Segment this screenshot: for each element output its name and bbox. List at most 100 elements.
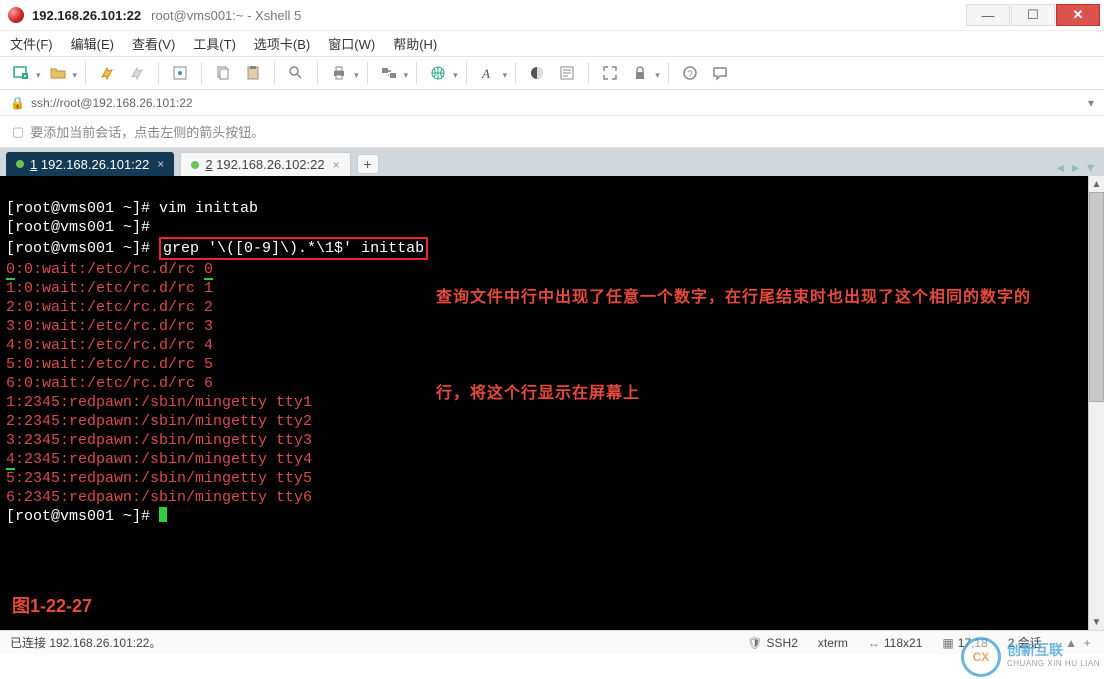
svg-text:A: A [481, 66, 490, 81]
prompt: [root@vms001 ~]# [6, 200, 159, 217]
info-bar: ▢ 要添加当前会话，点击左侧的箭头按钮。 [0, 116, 1104, 148]
search-icon[interactable] [283, 60, 309, 86]
dropdown-caret-icon[interactable]: ▾ [503, 65, 508, 81]
lock-icon[interactable] [627, 60, 653, 86]
watermark-brand-cn: 创新互联 [1007, 644, 1100, 657]
fullscreen-icon[interactable] [597, 60, 623, 86]
menu-edit[interactable]: 编辑(E) [71, 34, 114, 53]
prompt: [root@vms001 ~]# [6, 508, 159, 525]
font-icon[interactable]: A [475, 60, 501, 86]
title-subtitle: root@vms001:~ - Xshell 5 [151, 8, 301, 23]
tab-close-icon[interactable]: × [333, 158, 340, 172]
chat-icon[interactable] [707, 60, 733, 86]
scroll-thumb[interactable] [1089, 192, 1104, 402]
output-line: 4:2345:redpawn:/sbin/mingetty tty4 [6, 451, 312, 470]
bookmark-arrow-icon[interactable]: ▢ [12, 124, 24, 140]
dropdown-caret-icon[interactable]: ▾ [404, 65, 409, 81]
globe-icon[interactable] [425, 60, 451, 86]
properties-icon[interactable] [167, 60, 193, 86]
tab-strip: 1 192.168.26.101:22 × 2 192.168.26.102:2… [0, 148, 1104, 176]
status-dot-icon [16, 160, 24, 168]
status-protocol: 🛡SSH2 [747, 636, 798, 650]
annotation-text: 查询文件中行中出现了任意一个数字，在行尾结束时也出现了这个相同的数字的 行，将这… [436, 218, 1031, 474]
menu-tabs[interactable]: 选项卡(B) [254, 34, 310, 53]
dropdown-caret-icon[interactable]: ▾ [453, 65, 458, 81]
dropdown-caret-icon[interactable]: ▾ [354, 65, 359, 81]
cursor [159, 507, 167, 522]
output-line: 6:2345:redpawn:/sbin/mingetty tty6 [6, 489, 312, 506]
copy-icon[interactable] [210, 60, 236, 86]
tab-add-button[interactable]: + [357, 154, 379, 174]
reconnect-icon[interactable] [94, 60, 120, 86]
color-scheme-icon[interactable] [524, 60, 550, 86]
open-folder-icon[interactable] [45, 60, 71, 86]
output-line: 6:0:wait:/etc/rc.d/rc 6 [6, 375, 213, 392]
minimize-button[interactable]: — [966, 4, 1010, 26]
grid-icon: ▦ [942, 636, 953, 650]
output-line: 5:2345:redpawn:/sbin/mingetty tty5 [6, 470, 312, 487]
scroll-down-icon[interactable]: ▼ [1089, 614, 1104, 630]
address-url: ssh://root@192.168.26.101:22 [31, 96, 193, 110]
figure-label: 图1-22-27 [12, 597, 92, 616]
menu-bar: 文件(F) 编辑(E) 查看(V) 工具(T) 选项卡(B) 窗口(W) 帮助(… [0, 30, 1104, 56]
terminal-area: [root@vms001 ~]# vim inittab [root@vms00… [0, 176, 1104, 630]
transfer-icon[interactable] [376, 60, 402, 86]
help-icon[interactable]: ? [677, 60, 703, 86]
tab-close-icon[interactable]: × [157, 157, 164, 171]
size-icon: ↔ [868, 636, 880, 650]
status-connection: 已连接 192.168.26.101:22。 [10, 634, 161, 651]
output-line: 3:0:wait:/etc/rc.d/rc 3 [6, 318, 213, 335]
printer-icon[interactable] [326, 60, 352, 86]
menu-file[interactable]: 文件(F) [10, 34, 53, 53]
tab-menu-icon[interactable]: ▾ [1087, 159, 1094, 176]
output-line: 1:0:wait:/etc/rc.d/rc 1 [6, 280, 213, 297]
new-session-icon[interactable] [8, 60, 34, 86]
dropdown-caret-icon[interactable]: ▾ [36, 65, 41, 81]
prompt: [root@vms001 ~]# [6, 219, 150, 236]
tab-next-icon[interactable]: ▸ [1072, 159, 1079, 176]
session-tab-2[interactable]: 2 192.168.26.102:22 × [180, 152, 350, 176]
output-line: 3:2345:redpawn:/sbin/mingetty tty3 [6, 432, 312, 449]
menu-view[interactable]: 查看(V) [132, 34, 175, 53]
tab-number: 1 [30, 157, 37, 172]
address-bar[interactable]: 🔒 ssh://root@192.168.26.101:22 ▾ [0, 90, 1104, 116]
command-text: vim inittab [159, 200, 258, 217]
svg-text:?: ? [687, 69, 692, 79]
output-line: 2:2345:redpawn:/sbin/mingetty tty2 [6, 413, 312, 430]
prompt: [root@vms001 ~]# [6, 240, 159, 257]
toolbar: ▾ ▾ ▾ ▾ ▾ A ▾ ▾ ? [0, 56, 1104, 90]
dropdown-caret-icon[interactable]: ▾ [73, 65, 78, 81]
terminal[interactable]: [root@vms001 ~]# vim inittab [root@vms00… [0, 176, 1088, 630]
output-line: 4:0:wait:/etc/rc.d/rc 4 [6, 337, 213, 354]
title-host: 192.168.26.101:22 [32, 8, 141, 23]
menu-help[interactable]: 帮助(H) [393, 34, 437, 53]
scroll-up-icon[interactable]: ▲ [1089, 176, 1104, 192]
menu-tools[interactable]: 工具(T) [193, 34, 236, 53]
tab-label: 192.168.26.101:22 [41, 157, 149, 172]
status-bar: 已连接 192.168.26.101:22。 🛡SSH2 xterm ↔118x… [0, 630, 1104, 654]
status-size: ↔118x21 [868, 636, 922, 650]
script-icon[interactable] [554, 60, 580, 86]
status-term-type: xterm [818, 636, 848, 650]
paste-icon[interactable] [240, 60, 266, 86]
tab-prev-icon[interactable]: ◂ [1057, 159, 1064, 176]
tab-number: 2 [205, 157, 212, 172]
vertical-scrollbar[interactable]: ▲ ▼ [1088, 176, 1104, 630]
watermark-logo-icon: CX [961, 637, 1001, 677]
output-line: 5:0:wait:/etc/rc.d/rc 5 [6, 356, 213, 373]
output-line: 0:0:wait:/etc/rc.d/rc 0 [6, 261, 213, 280]
disconnect-icon[interactable] [124, 60, 150, 86]
menu-window[interactable]: 窗口(W) [328, 34, 375, 53]
dropdown-caret-icon[interactable]: ▾ [655, 65, 660, 81]
highlighted-command: grep '\([0-9]\).*\1$' inittab [159, 237, 428, 260]
session-tab-1[interactable]: 1 192.168.26.101:22 × [6, 152, 174, 176]
title-bar: 192.168.26.101:22 root@vms001:~ - Xshell… [0, 0, 1104, 30]
lock-small-icon: 🔒 [10, 96, 25, 110]
close-button[interactable]: ✕ [1056, 4, 1100, 26]
address-dropdown-icon[interactable]: ▾ [1088, 96, 1094, 110]
maximize-button[interactable]: ☐ [1011, 4, 1055, 26]
scroll-track[interactable] [1089, 192, 1104, 614]
output-line: 1:2345:redpawn:/sbin/mingetty tty1 [6, 394, 312, 411]
tab-label: 192.168.26.102:22 [216, 157, 324, 172]
shield-icon: 🛡 [747, 636, 762, 650]
